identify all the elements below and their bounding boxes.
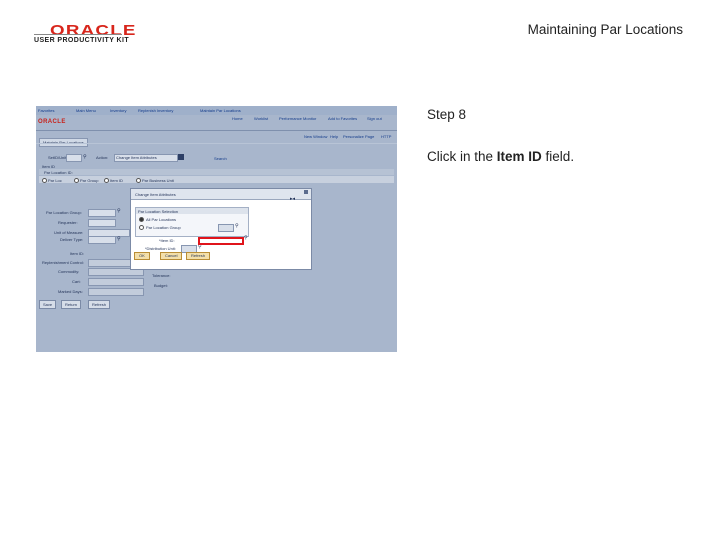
dialog-group-lookup-icon[interactable]: ⚲ (235, 223, 239, 229)
dialog-group-field[interactable] (218, 224, 234, 232)
instruction-field-name: Item ID (496, 149, 542, 164)
step-instruction: Click in the Item ID field. (427, 149, 574, 164)
deliver-type-label: Deliver Type: (60, 237, 84, 242)
toolbar-link-new-window[interactable]: New Window (304, 134, 327, 139)
par-location-selection-section: Par Location Selection All Par Locations… (135, 207, 249, 237)
toolbar-link-http[interactable]: HTTP (381, 134, 391, 139)
action-label: Action: (96, 155, 109, 160)
chevron-down-icon[interactable] (178, 154, 184, 160)
item-id-lookup-icon[interactable]: ⚲ (244, 235, 248, 241)
header-link-sign-out[interactable]: Sign out (367, 116, 382, 121)
toolbar-link-personalize-page[interactable]: Personalize Page (343, 134, 374, 139)
tab-divider (36, 143, 397, 144)
step-title: Step 8 (427, 107, 467, 122)
upk-logo-text: USER PRODUCTIVITY KIT (34, 37, 130, 44)
radio-par-location-group[interactable] (139, 225, 144, 230)
unit-field[interactable] (66, 154, 82, 162)
radio-label-par-loc: Par Loc (48, 178, 62, 183)
par-group-lookup-icon[interactable]: ⚲ (117, 208, 121, 214)
cart-field[interactable] (88, 278, 144, 286)
par-location-header-strip (39, 169, 394, 175)
unit-lookup-icon[interactable]: ⚲ (83, 154, 87, 160)
logo-divider (34, 34, 122, 35)
deliver-type-lookup-icon[interactable]: ⚲ (117, 236, 121, 242)
header-link-worklist[interactable]: Worklist (254, 116, 268, 121)
toolbar-link-help[interactable]: Help (330, 134, 338, 139)
header-link-add-to-favorites[interactable]: Add to Favorites (328, 116, 357, 121)
refresh-button[interactable]: Refresh (88, 300, 111, 309)
header-link-performance-monitor[interactable]: Performance Monitor (279, 116, 316, 121)
dialog-ok-button[interactable]: OK (134, 252, 150, 260)
requester-label: Requester: (58, 220, 78, 225)
dialog-title: Change Item Attributes (135, 192, 176, 197)
return-button[interactable]: Return (61, 300, 82, 309)
requester-field[interactable] (88, 219, 116, 227)
radio-par-loc[interactable] (42, 178, 47, 183)
dialog-cancel-button[interactable]: Cancel (160, 252, 183, 260)
replenishment-label: Replenishment Control: (42, 260, 84, 265)
radio-par-business-unit[interactable] (136, 178, 141, 183)
par-location-label: Par Location ID: (44, 170, 73, 175)
header-rule (36, 130, 397, 131)
commodity-label: Commodity: (58, 269, 80, 274)
nav-item-inventory[interactable]: Inventory (110, 108, 126, 113)
section-title: Par Location Selection (138, 209, 179, 214)
par-group-field[interactable] (88, 209, 116, 217)
header-link-home[interactable]: Home (232, 116, 243, 121)
radio-label-par-group: Par Group (80, 178, 99, 183)
cart-label: Cart: (72, 279, 81, 284)
close-icon[interactable] (304, 190, 308, 194)
unit-of-measure-label: Unit of Measure: (54, 230, 84, 235)
radio-par-group[interactable] (74, 178, 79, 183)
par-group-label: Par Location Group: (46, 210, 82, 215)
search-button[interactable]: Search (214, 156, 227, 161)
document-title: Maintaining Par Locations (527, 22, 683, 37)
action-select-value: Change Item Attributes (116, 155, 157, 160)
screenshot-oracle-logo: ORACLE (38, 119, 66, 125)
nav-item-main-menu[interactable]: Main Menu (76, 108, 96, 113)
unit-label: SetID/Unit: (48, 155, 68, 160)
dialog-item-id-label: *Item ID: (159, 238, 175, 243)
change-item-attributes-dialog: Change Item Attributes Par Location Sele… (130, 188, 312, 270)
save-button[interactable]: Save (39, 300, 57, 309)
nav-item-replenish-inventory[interactable]: Replenish Inventory (138, 108, 173, 113)
radio-all-par-locations[interactable] (139, 217, 144, 222)
radio-label-item-id: Item ID (110, 178, 123, 183)
item-id-field[interactable] (198, 237, 244, 245)
dialog-refresh-button[interactable]: Refresh (186, 252, 211, 260)
radio-item-id[interactable] (104, 178, 109, 183)
instruction-before: Click in the (427, 149, 497, 164)
nav-item-maintain-par-locations[interactable]: Maintain Par Locations (200, 108, 241, 113)
marked-days-label: Marked Days: (58, 289, 83, 294)
instruction-after: field. (541, 149, 575, 164)
radio-label-par-location-group: Par Location Group (146, 225, 181, 230)
marked-days-field[interactable] (88, 288, 144, 296)
application-screenshot: Favorites Main Menu Inventory Replenish … (36, 106, 397, 352)
dialog-distribution-label: *Distribution Unit: (145, 246, 176, 251)
radio-label-all-par-locations: All Par Locations (146, 217, 177, 222)
nav-item-favorites[interactable]: Favorites (38, 108, 54, 113)
radio-label-par-business-unit: Par Business Unit (142, 178, 174, 183)
budget-label: Budget: (154, 283, 168, 288)
item-id-label: Item ID: (70, 251, 85, 256)
deliver-type-field[interactable] (88, 236, 116, 244)
grid-nav-icon[interactable]: ▸◂ (290, 196, 295, 202)
tolerance-label: Tolerance: (152, 273, 171, 278)
